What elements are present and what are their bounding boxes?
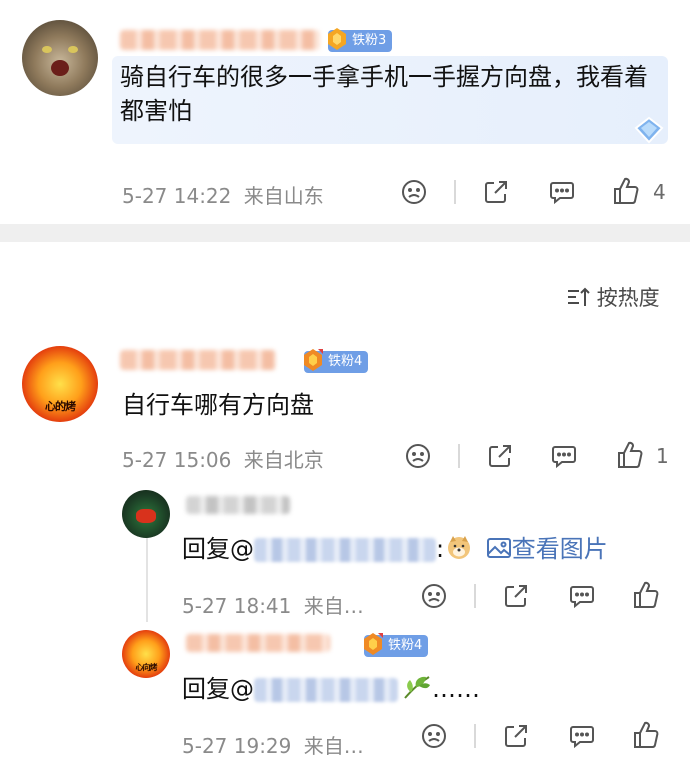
action-divider — [474, 584, 476, 608]
like-icon[interactable] — [632, 720, 660, 750]
action-divider — [454, 180, 456, 204]
comment-icon[interactable] — [550, 442, 578, 470]
username-blurred[interactable] — [120, 350, 276, 370]
reply-location: 来自… — [303, 734, 364, 758]
comment-text[interactable]: 自行车哪有方向盘 — [122, 388, 314, 422]
fan-badge[interactable]: 铁粉3 — [328, 28, 393, 52]
share-icon[interactable] — [482, 178, 510, 206]
comment-icon[interactable] — [568, 582, 596, 610]
fan-badge-label: 铁粉4 — [328, 354, 363, 369]
reply-meta: 5-27 19:29 来自… — [182, 730, 364, 759]
reply-time: 5-27 19:29 — [182, 734, 292, 758]
diamond-icon — [632, 116, 666, 144]
fan-badge[interactable]: 铁粉4 — [364, 633, 429, 657]
reply-suffix: …… — [432, 675, 480, 703]
avatar-text: 心的烤 — [45, 400, 76, 413]
sort-toggle[interactable]: 按热度 — [566, 282, 660, 312]
image-icon — [486, 538, 511, 558]
reply-text[interactable]: 回复@: 查看图片 — [182, 532, 608, 566]
reply-prefix: 回复@ — [182, 535, 254, 563]
action-divider — [474, 724, 476, 748]
username-blurred[interactable] — [186, 496, 290, 514]
comment-time: 5-27 15:06 — [122, 448, 232, 472]
username-blurred[interactable] — [186, 634, 330, 652]
medal-icon — [304, 349, 323, 371]
user-avatar[interactable]: 心向烤 — [122, 630, 170, 678]
reply-time: 5-27 18:41 — [182, 594, 292, 618]
comment-time: 5-27 14:22 — [122, 184, 232, 208]
comment-text[interactable]: 骑自行车的很多一手拿手机一手握方向盘，我看着都害怕 — [120, 60, 660, 128]
medal-icon — [328, 28, 346, 50]
section-separator — [0, 224, 690, 242]
user-avatar[interactable] — [122, 490, 170, 538]
sort-icon — [568, 287, 590, 306]
fan-badge-label: 铁粉3 — [352, 33, 387, 48]
action-divider — [458, 444, 460, 468]
fan-badge-label: 铁粉4 — [388, 638, 423, 653]
like-count: 1 — [656, 444, 669, 468]
like-count: 4 — [653, 180, 666, 204]
comment-icon[interactable] — [568, 722, 596, 750]
user-avatar[interactable]: 心的烤 — [22, 346, 98, 422]
dislike-icon[interactable] — [420, 722, 448, 750]
like-icon[interactable] — [612, 176, 640, 206]
reply-prefix: 回复@ — [182, 675, 254, 703]
reply-text[interactable]: 回复@ …… — [182, 672, 480, 706]
share-icon[interactable] — [502, 722, 530, 750]
doge-emoji-icon — [446, 534, 472, 560]
dislike-icon[interactable] — [400, 178, 428, 206]
share-icon[interactable] — [486, 442, 514, 470]
dislike-icon[interactable] — [404, 442, 432, 470]
comment-icon[interactable] — [548, 178, 576, 206]
mention-blurred[interactable] — [254, 538, 436, 562]
sort-label: 按热度 — [596, 286, 660, 310]
comment-location: 来自北京 — [243, 448, 324, 472]
user-avatar[interactable] — [22, 20, 98, 96]
like-icon[interactable] — [616, 440, 644, 470]
dislike-icon[interactable] — [420, 582, 448, 610]
username-blurred[interactable] — [120, 30, 320, 50]
view-image-label: 查看图片 — [511, 535, 608, 563]
comment-location: 来自山东 — [243, 184, 324, 208]
comment-meta: 5-27 15:06 来自北京 — [122, 444, 324, 473]
fan-badge[interactable]: 铁粉4 — [304, 349, 369, 373]
comment-meta: 5-27 14:22 来自山东 — [122, 180, 324, 209]
share-icon[interactable] — [502, 582, 530, 610]
mention-blurred[interactable] — [254, 678, 398, 702]
leaf-emoji-icon — [402, 674, 432, 700]
reply-colon: : — [436, 535, 445, 563]
avatar-text: 心向烤 — [135, 663, 158, 672]
reply-location: 来自… — [303, 594, 364, 618]
view-image-link[interactable]: 查看图片 — [478, 535, 608, 563]
medal-icon — [364, 633, 383, 655]
reply-meta: 5-27 18:41 来自… — [182, 590, 364, 619]
like-icon[interactable] — [632, 580, 660, 610]
